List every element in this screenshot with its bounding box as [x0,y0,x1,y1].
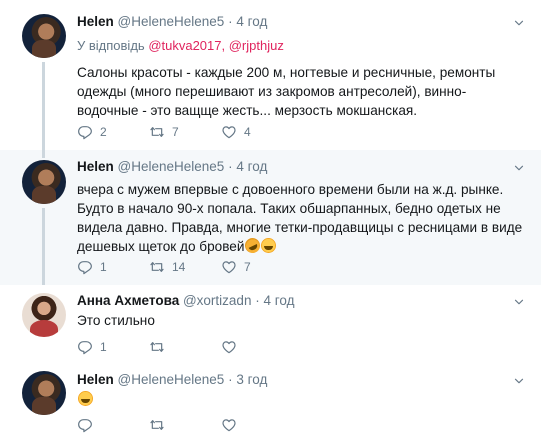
tweet-3[interactable]: Анна Ахметова @xortizadn · 4 год Это сти… [0,285,541,363]
display-name[interactable]: Helen [77,14,114,29]
thread-connector-line [42,150,45,158]
tweet-text: Салоны красоты - каждые 200 м, ногтевые … [77,65,496,118]
like-button[interactable]: 4 [221,124,252,140]
tweet-4[interactable]: Helen @HeleneHelene5 · 3 год [0,363,541,434]
replying-to: У відповідь @tukva2017, @rjpthjuz [77,38,284,53]
like-button[interactable] [221,339,252,355]
tweet-text-body: вчера с мужем впервые с довоенного време… [77,182,523,254]
like-button[interactable]: 7 [221,259,252,275]
reply-button[interactable]: 1 [77,339,108,355]
retweet-count: 14 [172,260,186,274]
replying-to-label: У відповідь [77,38,145,53]
retweet-count: 7 [172,125,179,139]
retweet-button[interactable]: 14 [149,259,185,275]
tweet-header: Helen @HeleneHelene5 · 4 год [77,159,267,174]
reply-icon [77,339,93,355]
separator-dot: · [255,293,260,308]
retweet-icon [149,417,165,433]
reply-icon [77,259,93,275]
retweet-icon [149,259,165,275]
chevron-down-icon[interactable] [513,296,525,308]
thread-connector-line [42,62,45,150]
heart-icon [221,339,237,355]
grin-emoji-icon [78,391,93,406]
timestamp[interactable]: 4 год [263,293,294,308]
chevron-down-icon[interactable] [513,162,525,174]
retweet-button[interactable]: 7 [149,124,180,140]
tweet-text: Это стильно [77,313,155,328]
rofl-emoji-icon [242,235,263,256]
timestamp[interactable]: 4 год [236,14,267,29]
user-handle[interactable]: @HeleneHelene5 [118,159,225,174]
tweet-1[interactable]: Helen @HeleneHelene5 · 4 год У відповідь… [0,0,541,150]
chevron-down-icon[interactable] [513,375,525,387]
reply-icon [77,124,93,140]
user-handle[interactable]: @xortizadn [183,293,251,308]
reply-count: 2 [100,125,107,139]
avatar[interactable] [22,293,66,337]
heart-icon [221,124,237,140]
tweet-text [77,390,527,409]
reply-button[interactable]: 1 [77,259,108,275]
reply-count: 1 [100,260,107,274]
display-name[interactable]: Helen [77,159,114,174]
separator-dot: · [228,372,233,387]
retweet-button[interactable] [149,417,180,433]
tweet-2[interactable]: Helen @HeleneHelene5 · 4 год вчера с муж… [0,150,541,285]
replying-to-users-link[interactable]: @tukva2017, @rjpthjuz [148,38,284,53]
like-count: 4 [244,125,251,139]
user-handle[interactable]: @HeleneHelene5 [118,372,225,387]
user-handle[interactable]: @HeleneHelene5 [118,14,225,29]
display-name[interactable]: Анна Ахметова [77,293,179,308]
grin-emoji-icon [261,238,277,253]
separator-dot: · [228,14,233,29]
chevron-down-icon[interactable] [513,17,525,29]
avatar[interactable] [22,160,66,204]
heart-icon [221,417,237,433]
reply-count: 1 [100,340,107,354]
heart-icon [221,259,237,275]
retweet-icon [149,124,165,140]
avatar[interactable] [22,14,66,58]
reply-button[interactable]: 2 [77,124,108,140]
tweet-text: вчера с мужем впервые с довоенного време… [77,180,527,256]
tweet-header: Helen @HeleneHelene5 · 4 год [77,14,267,29]
avatar[interactable] [22,371,66,415]
reply-button[interactable] [77,417,108,433]
display-name[interactable]: Helen [77,372,114,387]
tweet-header: Анна Ахметова @xortizadn · 4 год [77,293,294,308]
retweet-button[interactable] [149,339,180,355]
timestamp[interactable]: 3 год [236,372,267,387]
timestamp[interactable]: 4 год [236,159,267,174]
thread-connector-line [42,208,45,285]
retweet-icon [149,339,165,355]
reply-icon [77,417,93,433]
like-count: 7 [244,260,251,274]
separator-dot: · [228,159,233,174]
tweet-header: Helen @HeleneHelene5 · 3 год [77,372,267,387]
like-button[interactable] [221,417,252,433]
